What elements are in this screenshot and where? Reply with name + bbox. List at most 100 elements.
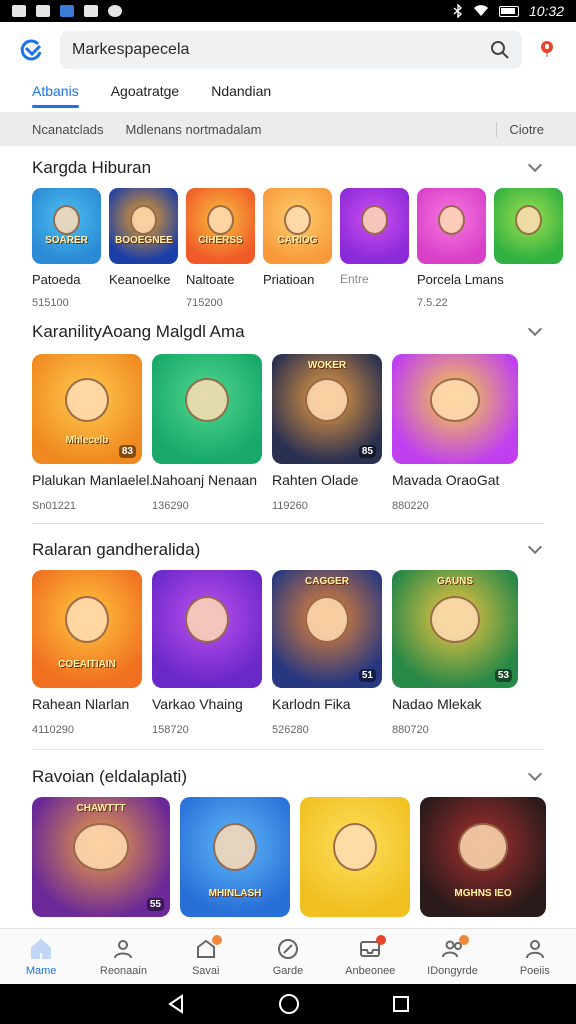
nav-label: Reonaain [99,965,147,977]
section-title: Ravoian (eldalaplati) [32,767,187,786]
search-input[interactable]: Markespapecela [60,31,522,69]
app-row: COEAITIAIN Rahean Nlarlan 4110290 Varkao V… [0,570,576,736]
app-row: SOARER Patoeda 515100 BOOEGNEE Keanoelke CI… [0,188,576,309]
filter-close-button[interactable]: Ciotre [496,121,544,137]
bluetooth-icon [453,4,462,18]
app-tile[interactable]: CIHERSS Naltoate 715200 [186,188,255,309]
app-tile[interactable]: BOOEGNEE Keanoelke [109,188,178,309]
character-figure [185,595,229,644]
character-figure [514,204,543,236]
app-tile[interactable]: CARIOG Priatioan [263,188,332,309]
nav-home[interactable]: Mame [0,929,82,984]
app-tile[interactable]: Entre [340,188,409,309]
app-meta: 119260 [272,500,308,512]
app-tile[interactable]: Varkao Vhaing 158720 [152,570,262,736]
recents-icon[interactable] [392,995,410,1013]
image-icon [60,5,74,17]
nav-poeiis[interactable]: Poeiis [494,929,576,984]
app-meta: 4110290 [32,724,75,736]
status-icons [12,5,122,17]
app-name: Entre [340,272,369,286]
app-name: Plalukan Manlaelel.. [32,472,158,488]
app-tile[interactable]: GAUNS 53 Nadao Mlekak 880720 [392,570,518,736]
battery-icon [498,5,519,17]
home-button-icon[interactable] [278,993,300,1015]
app-tile[interactable] [494,188,563,309]
wifi-icon [473,5,488,17]
app-thumbnail: MGHNS IEO [420,797,546,917]
app-name: Patoeda [32,272,81,287]
app-meta: 880220 [392,500,429,512]
nav-savai[interactable]: Savai [165,929,247,984]
mail-icon [36,5,50,17]
app-thumbnail [300,797,410,917]
app-tile[interactable]: SOARER Patoeda 515100 [32,188,101,309]
app-tile[interactable]: Nahoanj Nenaan 136290 [152,354,262,512]
app-tile[interactable]: CAGGER 51 Karlodn Fika 526280 [272,570,382,736]
character-figure [52,204,81,236]
app-tile[interactable]: MHINLASH [180,797,290,917]
rating-badge: 85 [358,445,376,458]
app-tile[interactable]: COEAITIAIN Rahean Nlarlan 4110290 [32,570,142,736]
thumbnail-caption: MGHNS IEO [454,888,512,899]
character-figure [129,204,158,236]
nav-idongyrde[interactable]: IDongyrde [411,929,493,984]
notification-icon [12,5,26,17]
app-logo-icon[interactable] [18,36,46,64]
character-figure [360,204,389,236]
app-tile[interactable]: CHAWTTT 55 [32,797,170,917]
app-name: Karlodn Fika [272,696,351,712]
app-meta: 715200 [186,297,223,309]
app-meta: 526280 [272,724,309,736]
app-tile[interactable]: MGHNS IEO [420,797,546,917]
back-icon[interactable] [166,994,186,1014]
thumbnail-caption: SOARER [45,235,88,246]
app-meta: Sn01221 [32,500,77,512]
nav-reonaain[interactable]: Reonaain [82,929,164,984]
filter-chip-1[interactable]: Ncanatclads [32,122,104,137]
app-thumbnail [494,188,563,264]
status-bar: 10:32 [0,0,576,22]
app-row: Mhlecelb 83 Plalukan Manlaelel.. Sn01221 Na… [0,354,576,512]
microphone-icon[interactable] [536,39,558,61]
app-thumbnail [340,188,409,264]
filter-chip-2[interactable]: Mdlenans nortmadalam [126,122,262,137]
nav-label: Poeiis [519,965,550,977]
app-name: Mavada OraoGat [392,472,500,488]
chevron-down-icon[interactable] [527,321,543,337]
thumbnail-caption: CARIOG [277,235,318,246]
section-divider [32,523,544,524]
section-ravoian: Ravoian (eldalaplati) CHAWTTT 55 MHINLASH… [0,763,576,917]
rating-badge: 53 [494,669,512,682]
nav-anbeonee[interactable]: Anbeonee [329,929,411,984]
chevron-down-icon[interactable] [527,157,543,173]
rating-badge: 51 [358,669,376,682]
nav-label: Anbeonee [345,965,396,977]
tab-agoatratge[interactable]: Agoatratge [111,78,180,112]
app-tile[interactable]: Porcela Lmans 7.5.22 [417,188,504,309]
app-tile[interactable]: WOKER 85 Rahten Olade 119260 [272,354,382,512]
character-figure [333,823,377,872]
nav-garde[interactable]: Garde [247,929,329,984]
app-name: Porcela Lmans [417,272,504,287]
character-figure [457,823,509,872]
app-row: CHAWTTT 55 MHINLASH MGHNS IEO [0,797,576,917]
app-tile[interactable] [300,797,410,917]
thumbnail-caption: GAUNS [436,576,474,587]
chevron-down-icon[interactable] [527,766,543,782]
app-thumbnail: COEAITIAIN [32,570,142,688]
chevron-down-icon[interactable] [527,539,543,555]
app-meta: 515100 [32,297,69,309]
nav-label: IDongyrde [427,965,478,977]
app-name: Rahten Olade [272,472,359,488]
tab-ndandian[interactable]: Ndandian [211,78,271,112]
app-thumbnail: SOARER [32,188,101,264]
tab-atbanis[interactable]: Atbanis [32,78,79,112]
clock: 10:32 [528,3,564,19]
section-title: Ralaran gandheralida) [32,540,201,559]
app-tile[interactable]: Mhlecelb 83 Plalukan Manlaelel.. Sn01221 [32,354,158,512]
app-tile[interactable]: Mavada OraoGat 880220 [392,354,518,512]
app-thumbnail: CAGGER 51 [272,570,382,688]
search-icon[interactable] [490,40,510,60]
app-thumbnail: CHAWTTT 55 [32,797,170,917]
